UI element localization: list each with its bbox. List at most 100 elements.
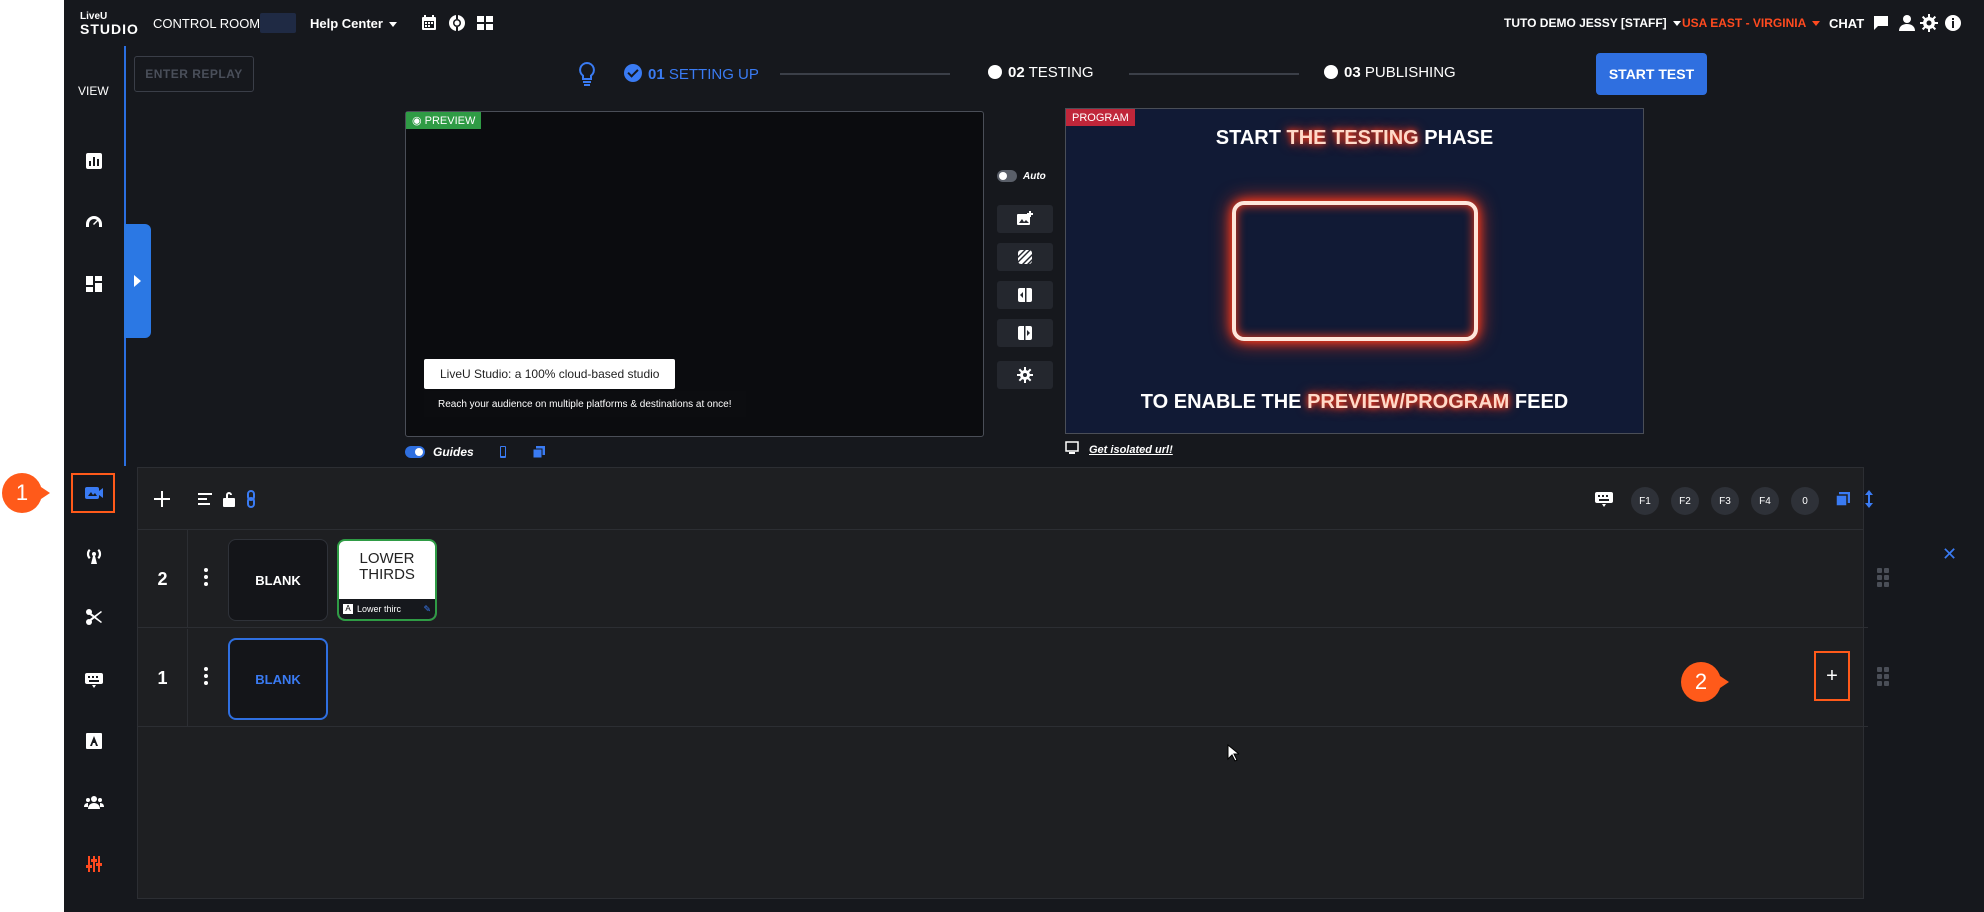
user-menu[interactable]: TUTO DEMO JESSY [STAFF] (1504, 16, 1681, 30)
headline-highlight: THE TESTING (1286, 127, 1419, 149)
slot-caption: Lower thirc (357, 604, 402, 614)
link-icon (247, 490, 255, 508)
guests-button[interactable] (79, 787, 109, 817)
add-image-button[interactable] (997, 205, 1053, 233)
guides-toggle[interactable] (405, 446, 425, 458)
drag-handle-icon[interactable] (1877, 568, 1891, 588)
user-icon[interactable] (1898, 14, 1916, 32)
lifebuoy-help-icon[interactable] (448, 14, 466, 32)
add-slot-button[interactable]: + (1814, 651, 1850, 701)
layer-row: 2 BLANK LOWER THIRDS A Lower thirc ✎ (138, 530, 1889, 628)
gear-icon[interactable] (1920, 14, 1938, 32)
preview-tag-label: PREVIEW (424, 114, 476, 127)
chat-label[interactable]: CHAT (1829, 16, 1864, 31)
help-center-dropdown[interactable]: Help Center (310, 16, 397, 31)
unlock-button[interactable] (218, 488, 240, 510)
plus-icon (154, 491, 170, 507)
headline-part-3: PHASE (1418, 127, 1494, 149)
broadcast-button[interactable] (79, 540, 109, 570)
step-setting-up[interactable]: 01 SETTING UP (624, 64, 759, 83)
background-pattern-button[interactable] (997, 243, 1053, 271)
help-center-label: Help Center (310, 16, 383, 31)
control-rooms-link[interactable]: CONTROL ROOMS (153, 16, 269, 31)
step3-label: PUBLISHING (1364, 64, 1456, 81)
keyboard-shortcuts-button[interactable] (79, 664, 109, 694)
step-publishing[interactable]: 03 PUBLISHING (1324, 64, 1456, 81)
preview-monitor[interactable]: ◉ PREVIEW LiveU Studio: a 100% cloud-base… (405, 111, 984, 437)
transition-out-button[interactable] (997, 319, 1053, 347)
duplicate-button[interactable] (1832, 488, 1854, 510)
callout-1-pointer (38, 485, 50, 501)
hotkey-f1[interactable]: F1 (1631, 487, 1659, 515)
auto-toggle[interactable] (997, 170, 1017, 182)
link-layers-button[interactable] (240, 488, 262, 510)
expand-drawer-tab[interactable] (124, 224, 151, 338)
dashboard-gauge-button[interactable] (79, 208, 109, 238)
expand-vertical-button[interactable] (1858, 488, 1880, 510)
kebab-menu-icon[interactable] (204, 568, 208, 588)
stats-chart-button[interactable] (79, 146, 109, 176)
footer-part-3: FEED (1509, 391, 1569, 413)
close-icon[interactable]: ✕ (1942, 544, 1957, 565)
scissors-icon (86, 609, 102, 625)
add-image-icon (1017, 211, 1033, 225)
help-center-thumbnail (260, 13, 296, 33)
transition-settings-button[interactable] (997, 361, 1053, 389)
drag-handle-icon[interactable] (1877, 667, 1891, 687)
chevron-down-icon (388, 22, 397, 28)
slot-title-line-2: THIRDS (359, 566, 415, 583)
mouse-cursor-icon (1227, 743, 1241, 762)
lightbulb-icon[interactable] (577, 61, 597, 86)
app-window: LiveU STUDIO CONTROL ROOMS Help Center T… (64, 0, 1984, 912)
text-titles-button[interactable] (79, 726, 109, 756)
layers-panel: F1 F2 F3 F4 0 2 BLANK LOWER THIRDS A Low… (137, 467, 1889, 899)
liveu-studio-logo[interactable]: LiveU STUDIO (80, 12, 138, 37)
slot-title-line-1: LOWER (359, 550, 415, 567)
align-button[interactable] (194, 488, 216, 510)
footer-part-1: TO ENABLE THE (1140, 391, 1308, 413)
enter-replay-button[interactable]: ENTER REPLAY (134, 56, 254, 92)
keyboard-hotkeys-button[interactable] (1593, 488, 1615, 510)
edit-tools-button[interactable] (79, 602, 109, 632)
calendar-icon[interactable] (420, 14, 438, 32)
kebab-menu-icon[interactable] (204, 667, 208, 687)
check-circle-icon (624, 64, 642, 82)
pencil-edit-icon[interactable]: ✎ (423, 601, 431, 617)
program-tag: PROGRAM (1066, 109, 1135, 126)
region-selector[interactable]: USA EAST - VIRGINIA (1682, 16, 1821, 30)
step-dot-icon (1324, 65, 1338, 79)
chevron-down-icon (1812, 21, 1821, 27)
footer-highlight: PREVIEW/PROGRAM (1307, 391, 1510, 413)
mobile-icon[interactable] (496, 445, 510, 459)
start-test-button[interactable]: START TEST (1596, 53, 1707, 95)
copy-layers-icon[interactable] (532, 445, 546, 459)
audio-mixer-button[interactable] (79, 849, 109, 879)
transition-in-button[interactable] (997, 281, 1053, 309)
monitor-icon (1065, 441, 1079, 458)
add-layer-button[interactable] (151, 488, 173, 510)
plus-icon: + (1826, 664, 1838, 687)
layer-slot-blank[interactable]: BLANK (228, 539, 328, 621)
layer-number: 2 (138, 530, 188, 628)
step-testing[interactable]: 02 TESTING (988, 64, 1094, 81)
lower-third-subtitle: Reach your audience on multiple platform… (424, 391, 746, 417)
layer-row: 1 BLANK (138, 629, 1889, 727)
isolated-url-link[interactable]: Get isolated url! (1089, 444, 1173, 456)
lower-third-title: LiveU Studio: a 100% cloud-based studio (424, 359, 676, 389)
layer-slot-blank-selected[interactable]: BLANK (228, 638, 328, 720)
dashboard-grid-icon (86, 276, 102, 292)
hotkey-f4[interactable]: F4 (1751, 487, 1779, 515)
layout-grid-button[interactable] (79, 269, 109, 299)
program-monitor[interactable]: PROGRAM START THE TESTING PHASE TO ENABL… (1065, 108, 1644, 434)
right-rail (1976, 46, 1984, 912)
layer-slot-lower-thirds[interactable]: LOWER THIRDS A Lower thirc ✎ (337, 539, 437, 621)
align-left-icon (198, 493, 212, 505)
hotkey-f3[interactable]: F3 (1711, 487, 1739, 515)
multiview-layout-icon[interactable] (476, 14, 494, 32)
info-icon[interactable] (1944, 14, 1962, 32)
hotkey-zero[interactable]: 0 (1791, 487, 1819, 515)
chat-bubble-icon[interactable] (1872, 14, 1890, 32)
callout-1: 1 (2, 473, 50, 513)
hotkey-f2[interactable]: F2 (1671, 487, 1699, 515)
step-connector-2 (1129, 73, 1299, 75)
